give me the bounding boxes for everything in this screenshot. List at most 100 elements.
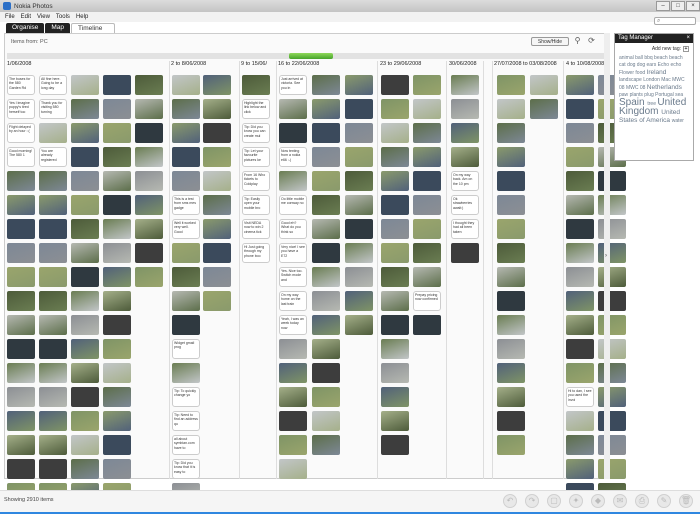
photo-thumbnail[interactable]: [566, 123, 594, 143]
photo-thumbnail[interactable]: [135, 123, 163, 143]
message-note[interactable]: Tip: To quickly change yo: [172, 387, 200, 407]
photo-thumbnail[interactable]: [345, 147, 373, 167]
photo-thumbnail[interactable]: [345, 243, 373, 263]
photo-thumbnail[interactable]: [103, 435, 131, 455]
photo-thumbnail[interactable]: [279, 339, 307, 359]
photo-thumbnail[interactable]: [566, 411, 594, 431]
photo-thumbnail[interactable]: [39, 459, 67, 479]
message-note[interactable]: From 16 Who tickets to Coldplay: [242, 171, 270, 191]
message-note[interactable]: Ok strawberries await:): [451, 195, 479, 215]
photo-thumbnail[interactable]: [566, 171, 594, 191]
tag-item[interactable]: ears: [647, 62, 658, 68]
photo-thumbnail[interactable]: [345, 123, 373, 143]
photo-thumbnail[interactable]: [71, 171, 99, 191]
message-note[interactable]: Good eh? What do you think so: [279, 219, 307, 239]
photo-thumbnail[interactable]: [451, 99, 479, 119]
redo-icon[interactable]: ↷: [525, 494, 539, 508]
tag-item[interactable]: echo: [670, 62, 681, 68]
photo-thumbnail[interactable]: [598, 435, 626, 455]
photo-thumbnail[interactable]: [312, 75, 340, 95]
photo-thumbnail[interactable]: [345, 99, 373, 119]
photo-thumbnail[interactable]: [7, 267, 35, 287]
photo-thumbnail[interactable]: [381, 339, 409, 359]
photo-thumbnail[interactable]: [7, 363, 35, 383]
message-note[interactable]: You are already registered: [39, 147, 67, 167]
photo-thumbnail[interactable]: [103, 387, 131, 407]
photo-thumbnail[interactable]: [203, 219, 231, 239]
photo-thumbnail[interactable]: [566, 195, 594, 215]
tag-item[interactable]: dog: [627, 62, 637, 68]
timeline-scroll-thumb[interactable]: [289, 53, 333, 59]
photo-thumbnail[interactable]: [566, 219, 594, 239]
photo-thumbnail[interactable]: [381, 315, 409, 335]
print-icon[interactable]: ⎙: [635, 494, 649, 508]
photo-thumbnail[interactable]: [279, 459, 307, 479]
message-note[interactable]: Highlight the link below and click: [242, 99, 270, 119]
maximize-icon[interactable]: □: [671, 1, 685, 11]
photo-thumbnail[interactable]: [413, 123, 441, 143]
photo-thumbnail[interactable]: [497, 243, 525, 263]
tag-item[interactable]: water: [672, 118, 684, 124]
photo-thumbnail[interactable]: [71, 363, 99, 383]
photo-thumbnail[interactable]: [312, 435, 340, 455]
photo-thumbnail[interactable]: [566, 267, 594, 287]
photo-thumbnail[interactable]: [71, 291, 99, 311]
photo-thumbnail[interactable]: [103, 243, 131, 263]
photo-thumbnail[interactable]: [71, 243, 99, 263]
photo-thumbnail[interactable]: [71, 411, 99, 431]
photo-thumbnail[interactable]: [413, 99, 441, 119]
photo-thumbnail[interactable]: [39, 123, 67, 143]
message-note[interactable]: Just arrived at victoria. See you in: [279, 75, 307, 95]
photo-thumbnail[interactable]: [312, 243, 340, 263]
photo-thumbnail[interactable]: [451, 147, 479, 167]
photo-thumbnail[interactable]: [103, 219, 131, 239]
photo-thumbnail[interactable]: [71, 195, 99, 215]
tag-item[interactable]: Flower: [619, 70, 635, 76]
photo-thumbnail[interactable]: [39, 387, 67, 407]
message-note[interactable]: Now texting from a nokia e66 :-): [279, 147, 307, 167]
photo-thumbnail[interactable]: [598, 315, 626, 335]
photo-thumbnail[interactable]: [381, 435, 409, 455]
message-note[interactable]: On my way back. Am on the 10 pm: [451, 171, 479, 191]
tag-item[interactable]: Netherlands: [647, 84, 682, 91]
photo-thumbnail[interactable]: [566, 339, 594, 359]
photo-thumbnail[interactable]: [566, 243, 594, 263]
photo-thumbnail[interactable]: [39, 195, 67, 215]
photo-thumbnail[interactable]: [312, 411, 340, 431]
photo-thumbnail[interactable]: [7, 171, 35, 191]
tag-item[interactable]: beach: [654, 55, 669, 61]
photo-thumbnail[interactable]: [312, 147, 340, 167]
photo-thumbnail[interactable]: [598, 387, 626, 407]
photo-thumbnail[interactable]: [312, 339, 340, 359]
photo-thumbnail[interactable]: [39, 411, 67, 431]
tab-map[interactable]: Map: [45, 23, 71, 33]
photo-thumbnail[interactable]: [345, 267, 373, 287]
photo-thumbnail[interactable]: [566, 147, 594, 167]
photo-thumbnail[interactable]: [103, 123, 131, 143]
photo-thumbnail[interactable]: [345, 291, 373, 311]
photo-thumbnail[interactable]: [135, 267, 163, 287]
photo-thumbnail[interactable]: [345, 315, 373, 335]
photo-thumbnail[interactable]: [345, 219, 373, 239]
photo-thumbnail[interactable]: [497, 219, 525, 239]
photo-thumbnail[interactable]: [413, 171, 441, 191]
photo-thumbnail[interactable]: [203, 99, 231, 119]
tag-item[interactable]: ball: [635, 55, 644, 61]
message-note[interactable]: Yes I imagine puppy's tired herself too: [7, 99, 35, 119]
tag-item[interactable]: dog: [637, 62, 647, 68]
photo-thumbnail[interactable]: [530, 99, 558, 119]
photo-thumbnail[interactable]: [172, 99, 200, 119]
photo-thumbnail[interactable]: [530, 75, 558, 95]
photo-thumbnail[interactable]: [203, 195, 231, 215]
photo-thumbnail[interactable]: [497, 411, 525, 431]
photo-thumbnail[interactable]: [71, 219, 99, 239]
menu-edit[interactable]: Edit: [21, 14, 31, 20]
photo-thumbnail[interactable]: [172, 243, 200, 263]
photo-thumbnail[interactable]: [203, 243, 231, 263]
photo-thumbnail[interactable]: [381, 99, 409, 119]
photo-thumbnail[interactable]: [203, 123, 231, 143]
photo-thumbnail[interactable]: [598, 219, 626, 239]
close-icon[interactable]: ×: [686, 34, 690, 43]
tag-item[interactable]: MWC 08: [626, 85, 647, 91]
photo-thumbnail[interactable]: [312, 315, 340, 335]
